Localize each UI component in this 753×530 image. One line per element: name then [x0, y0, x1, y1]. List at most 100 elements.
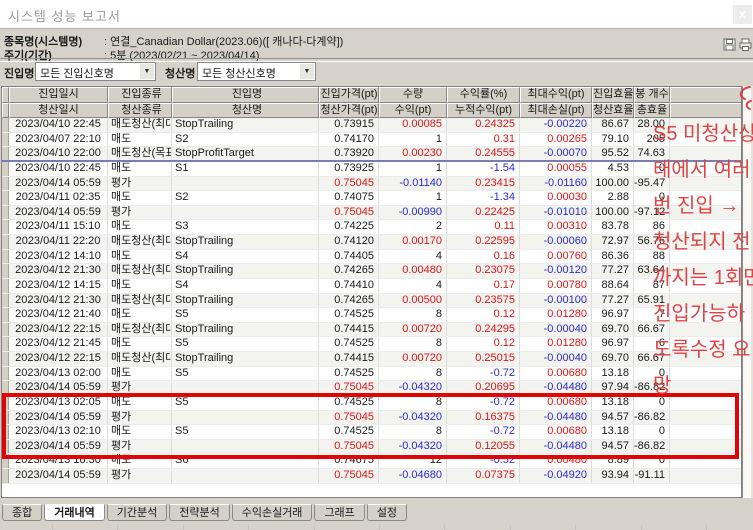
row-gutter [2, 337, 9, 351]
grid-tick [575, 525, 576, 530]
table-cell: 2023/04/07 22:10 [9, 133, 108, 147]
table-row[interactable]: 2023/04/11 15:10매도S30.7422520.110.003108… [2, 220, 741, 235]
table-row[interactable]: 2023/04/13 16:30매도S60.7467512-0.520.0048… [2, 454, 741, 469]
table-row[interactable]: 2023/04/14 05:59평가0.75045-0.011400.23415… [2, 177, 741, 192]
column-header[interactable]: 진입가격(pt) [319, 87, 379, 103]
table-cell: -0.04320 [379, 411, 447, 425]
table-row[interactable]: 2023/04/14 05:59평가0.75045-0.009900.22425… [2, 206, 741, 221]
table-cell: 0.74525 [319, 367, 379, 381]
table-cell: 매도 [108, 454, 172, 468]
table-cell: 4 [379, 250, 447, 264]
table-cell: 0.00680 [520, 367, 592, 381]
column-header[interactable]: 청산가격(pt) [319, 103, 379, 119]
column-header[interactable]: 진입효율 [592, 87, 634, 103]
table-row[interactable]: 2023/04/14 05:59평가0.75045-0.046800.07375… [2, 469, 741, 484]
column-header[interactable]: 수익(pt) [379, 103, 447, 119]
table-cell: -97.12 [634, 206, 670, 220]
table-cell: 79.10 [592, 133, 634, 147]
table-row[interactable]: 2023/04/14 05:59평가0.75045-0.043200.16375… [2, 411, 741, 426]
column-header[interactable]: 진입명 [172, 87, 319, 103]
table-row[interactable]: 2023/04/14 05:59평가0.75045-0.043200.20695… [2, 381, 741, 396]
table-cell: 0.74120 [319, 235, 379, 249]
table-cell: 94.57 [592, 440, 634, 454]
column-header[interactable]: 총효율 [634, 103, 670, 119]
save-icon[interactable] [723, 38, 736, 51]
table-row[interactable]: 2023/04/12 22:15매도청산(최대StopTrailing0.744… [2, 323, 741, 338]
column-header[interactable]: 수익률(%) [447, 87, 520, 103]
table-row[interactable]: 2023/04/11 02:35매도S20.740751-1.340.00030… [2, 191, 741, 206]
table-cell: 0.74525 [319, 396, 379, 410]
table-cell: 0.75045 [319, 206, 379, 220]
table-row[interactable]: 2023/04/12 21:45매도S50.7452580.120.012809… [2, 337, 741, 352]
table-cell: 0.22425 [447, 206, 520, 220]
column-header[interactable]: 청산일시 [9, 103, 108, 119]
column-header[interactable]: 수량 [379, 87, 447, 103]
table-cell-filler [670, 381, 741, 395]
column-header[interactable]: 청산효율 [592, 103, 634, 119]
exit-signal-dropdown[interactable]: 모든 청산신호명 ▼ [197, 62, 316, 81]
table-cell: -0.72 [447, 425, 520, 439]
table-row[interactable]: 2023/04/07 22:10매도S20.7417010.310.002657… [2, 133, 741, 148]
table-cell: 0.01280 [520, 337, 592, 351]
table-row[interactable]: 2023/04/12 21:30매도청산(최대StopTrailing0.742… [2, 264, 741, 279]
column-header[interactable]: 봉 개수 [634, 87, 670, 103]
table-row[interactable]: 2023/04/10 22:45매도청산(최대StopTrailing0.739… [2, 118, 741, 133]
table-cell: 0.75045 [319, 469, 379, 483]
table-cell: -0.00040 [520, 323, 592, 337]
table-cell: 88 [634, 250, 670, 264]
table-row[interactable]: 2023/04/11 22:20매도청산(최대StopTrailing0.741… [2, 235, 741, 250]
table-row[interactable]: 2023/04/12 21:30매도청산(최대StopTrailing0.742… [2, 294, 741, 309]
table-cell: -0.00220 [520, 118, 592, 132]
tab-전략분석[interactable]: 전략분석 [169, 504, 229, 521]
table-row[interactable]: 2023/04/13 02:05매도S50.745258-0.720.00680… [2, 396, 741, 411]
table-cell: -0.00100 [520, 294, 592, 308]
column-header[interactable]: 누적수익(pt) [447, 103, 520, 119]
chevron-down-icon[interactable]: ▼ [140, 64, 154, 79]
column-header[interactable]: 청산종류 [108, 103, 172, 119]
table-row[interactable]: 2023/04/12 21:40매도S50.7452580.120.012809… [2, 308, 741, 323]
table-cell: 0.20695 [447, 381, 520, 395]
table-cell: 매도 [108, 279, 172, 293]
vertical-scrollbar[interactable] [742, 86, 753, 498]
tab-기간분석[interactable]: 기간분석 [107, 504, 167, 521]
table-row[interactable]: 2023/04/13 02:00매도S50.745258-0.720.00680… [2, 367, 741, 382]
table-row[interactable]: 2023/04/13 02:10매도S50.745258-0.720.00680… [2, 425, 741, 440]
table-cell-filler [670, 177, 741, 191]
grid-header-entry: 진입일시진입종류진입명진입가격(pt)수량수익률(%)최대수익(pt)진입효율봉… [2, 87, 741, 103]
close-button[interactable]: x [733, 5, 752, 24]
table-row[interactable]: 2023/04/10 22:00매도청산(목표StopProfitTarget0… [2, 147, 741, 162]
entry-signal-dropdown[interactable]: 모든 진입신호명 ▼ [35, 62, 156, 81]
tab-수익손실거래[interactable]: 수익손실거래 [232, 504, 313, 521]
table-cell: 평가 [108, 411, 172, 425]
table-cell: 93.94 [592, 469, 634, 483]
grid-tick [641, 525, 642, 530]
column-header[interactable]: 최대수익(pt) [520, 87, 592, 103]
table-row[interactable]: 2023/04/12 22:15매도청산(최대StopTrailing0.744… [2, 352, 741, 367]
tab-종합[interactable]: 종합 [2, 504, 42, 521]
chevron-down-icon[interactable]: ▼ [300, 64, 314, 79]
tab-그래프[interactable]: 그래프 [314, 504, 364, 521]
column-header[interactable]: 청산명 [172, 103, 319, 119]
tab-거래내역[interactable]: 거래내역 [44, 504, 104, 521]
table-cell: -86.82 [634, 411, 670, 425]
table-cell: -86.82 [634, 440, 670, 454]
column-header[interactable]: 최대손실(pt) [520, 103, 592, 119]
table-cell-filler [670, 250, 741, 264]
table-row[interactable]: 2023/04/10 22:45매도S10.739251-1.540.00055… [2, 162, 741, 177]
table-cell [172, 411, 319, 425]
table-cell: 평가 [108, 206, 172, 220]
table-cell: S2 [172, 133, 319, 147]
column-header[interactable]: 진입종류 [108, 87, 172, 103]
table-cell-filler [670, 308, 741, 322]
print-icon[interactable] [739, 38, 752, 51]
table-cell-filler [670, 294, 741, 308]
table-row[interactable]: 2023/04/14 05:59평가0.75045-0.043200.12055… [2, 440, 741, 455]
table-row[interactable]: 2023/04/12 14:10매도S40.7440540.160.007608… [2, 250, 741, 265]
table-cell: StopTrailing [172, 294, 319, 308]
column-header[interactable]: 진입일시 [9, 87, 108, 103]
table-row[interactable]: 2023/04/12 14:15매도S40.7441040.170.007808… [2, 279, 741, 294]
table-cell: S5 [172, 425, 319, 439]
table-cell: -0.04480 [520, 440, 592, 454]
table-cell: 0.74525 [319, 337, 379, 351]
tab-설정[interactable]: 설정 [367, 504, 407, 521]
